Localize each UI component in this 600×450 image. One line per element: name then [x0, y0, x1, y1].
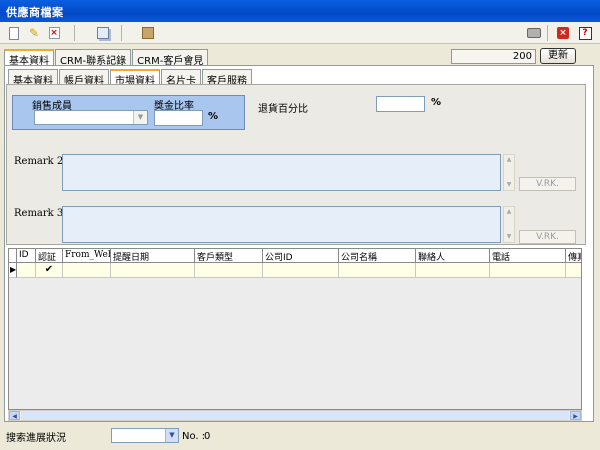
print-button[interactable]	[526, 25, 542, 41]
window-title-bar: 供應商檔案	[0, 0, 600, 22]
column-header[interactable]: 公司名稱	[339, 249, 416, 263]
toolbar-separator	[121, 25, 122, 41]
tab-crm-customer-meeting[interactable]: CRM-客戶會見	[132, 49, 209, 67]
subtab-account-info[interactable]: 帳戶資料	[59, 69, 109, 87]
remark2-textarea[interactable]	[62, 154, 501, 191]
remark2-scrollbar[interactable]: ▲ ▼	[503, 154, 515, 191]
save-button[interactable]	[140, 25, 156, 41]
delete-button[interactable]: ×	[46, 25, 62, 41]
save-icon	[142, 27, 154, 39]
scroll-left-icon[interactable]: ◀	[9, 411, 20, 420]
remark3-vrk-button[interactable]: V.RK.	[519, 230, 576, 244]
table-cell[interactable]	[195, 263, 263, 278]
scroll-right-icon[interactable]: ▶	[570, 411, 581, 420]
table-cell[interactable]	[63, 263, 111, 278]
column-header[interactable]: From_Web	[63, 249, 111, 263]
toolbar: ✎ × × ?	[0, 22, 600, 44]
column-header[interactable]: ID	[17, 249, 36, 263]
column-header[interactable]: 聯絡人	[416, 249, 490, 263]
subtab-basic-info[interactable]: 基本資料	[8, 69, 58, 87]
column-header[interactable]: 認証	[36, 249, 63, 263]
help-button[interactable]: ?	[577, 25, 593, 41]
remark3-scrollbar[interactable]: ▲ ▼	[503, 206, 515, 243]
update-button[interactable]: 更新	[540, 48, 576, 64]
column-header[interactable]: 客戶類型	[195, 249, 263, 263]
table-row[interactable]: ▶ ✔	[9, 263, 581, 278]
scroll-up-icon[interactable]: ▲	[504, 155, 514, 165]
table-cell[interactable]	[490, 263, 566, 278]
record-count-label: No. :	[182, 431, 206, 442]
verified-checkbox[interactable]: ✔	[36, 263, 63, 278]
subtab-customer-service[interactable]: 客戶服務	[202, 69, 252, 87]
scroll-down-icon[interactable]: ▼	[504, 232, 514, 242]
delete-icon: ×	[48, 27, 60, 39]
edit-button[interactable]: ✎	[26, 25, 42, 41]
copy-icon	[97, 27, 109, 39]
table-cell[interactable]	[339, 263, 416, 278]
bonus-ratio-percent: %	[208, 111, 219, 122]
table-cell[interactable]	[416, 263, 490, 278]
toolbar-separator	[547, 25, 548, 41]
grid-corner	[9, 249, 17, 263]
return-percent-label: 退貨百分比	[258, 104, 308, 115]
toolbar-separator	[74, 25, 75, 41]
close-icon: ×	[557, 27, 569, 39]
column-header[interactable]: 提醒日期	[111, 249, 195, 263]
search-status-select[interactable]: ▼	[111, 428, 179, 443]
scroll-thumb[interactable]	[21, 411, 569, 420]
scroll-up-icon[interactable]: ▲	[504, 207, 514, 217]
sub-tabs: 基本資料 帳戶資料 市場資料 名片卡 客戶服務	[8, 69, 253, 87]
new-button[interactable]	[6, 25, 22, 41]
tab-crm-contact-log[interactable]: CRM-聯系記錄	[55, 49, 132, 67]
table-cell[interactable]	[17, 263, 36, 278]
tab-basic-info[interactable]: 基本資料	[4, 49, 54, 67]
print-icon	[527, 28, 541, 38]
chevron-down-icon[interactable]: ▼	[133, 111, 147, 124]
supplier-grid[interactable]: ID 認証 From_Web 提醒日期 客戶類型 公司ID 公司名稱 聯絡人 電…	[8, 248, 582, 410]
return-percent-symbol: %	[431, 97, 442, 108]
main-tabs: 基本資料 CRM-聯系記錄 CRM-客戶會見	[4, 49, 209, 67]
copy-button[interactable]	[95, 25, 111, 41]
row-indicator-icon: ▶	[9, 263, 17, 278]
table-cell[interactable]	[566, 263, 581, 278]
record-count-value: 0	[204, 431, 211, 442]
subtab-market-info[interactable]: 市場資料	[110, 69, 160, 87]
return-percent-input[interactable]	[376, 96, 425, 112]
help-icon: ?	[578, 26, 592, 40]
column-header[interactable]: 公司ID	[263, 249, 339, 263]
search-status-label: 搜索進展狀況	[6, 433, 66, 444]
sales-member-select[interactable]: ▼	[34, 110, 148, 125]
window-title: 供應商檔案	[6, 6, 64, 19]
grid-horizontal-scrollbar[interactable]: ◀ ▶	[8, 410, 582, 421]
table-cell[interactable]	[111, 263, 195, 278]
column-header[interactable]: 傳真	[566, 249, 581, 263]
new-document-icon	[9, 26, 19, 40]
record-counter: 200	[451, 49, 536, 64]
subtab-business-card[interactable]: 名片卡	[161, 69, 201, 87]
grid-header: ID 認証 From_Web 提醒日期 客戶類型 公司ID 公司名稱 聯絡人 電…	[9, 249, 581, 263]
column-header[interactable]: 電話	[490, 249, 566, 263]
scroll-down-icon[interactable]: ▼	[504, 180, 514, 190]
bonus-ratio-input[interactable]	[154, 110, 203, 126]
remark2-vrk-button[interactable]: V.RK.	[519, 177, 576, 191]
table-cell[interactable]	[263, 263, 339, 278]
chevron-down-icon[interactable]: ▼	[165, 429, 178, 442]
pencil-icon: ✎	[28, 26, 40, 40]
remark3-textarea[interactable]	[62, 206, 501, 243]
close-button[interactable]: ×	[555, 25, 571, 41]
